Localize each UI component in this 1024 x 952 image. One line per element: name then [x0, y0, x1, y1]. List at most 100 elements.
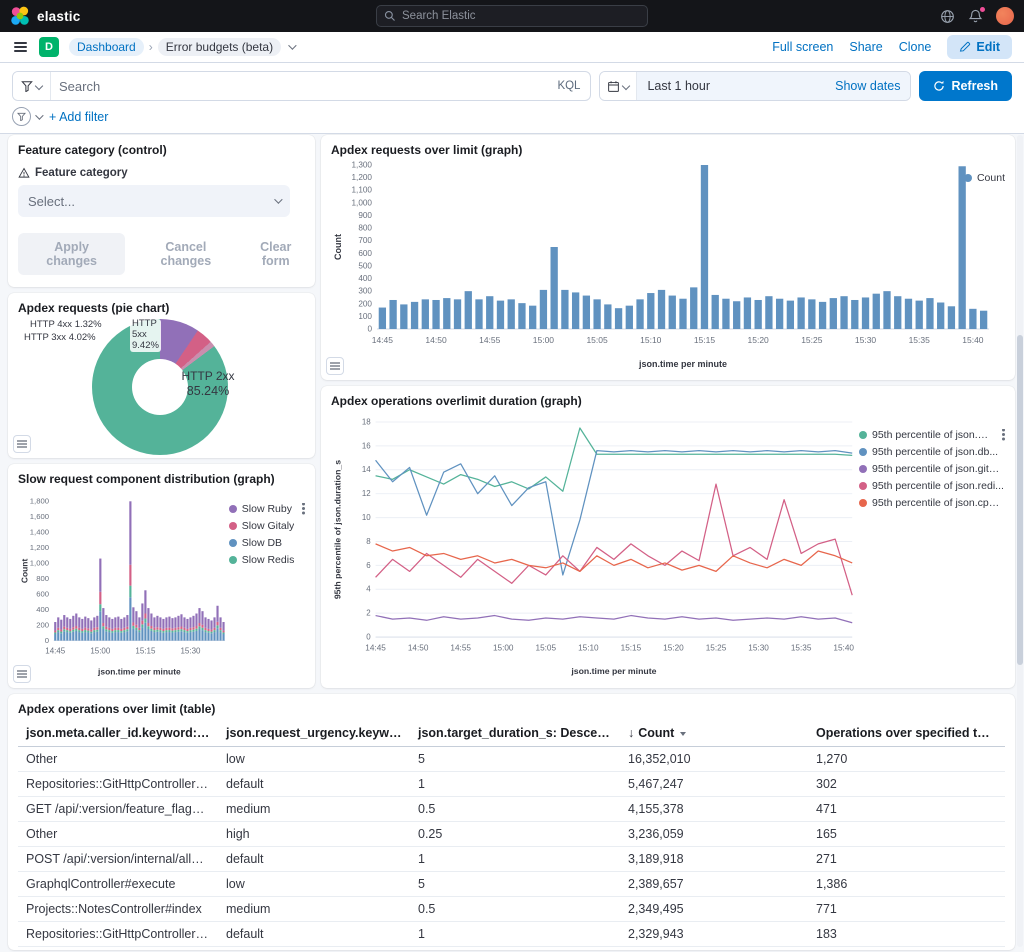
- saved-filters-icon[interactable]: [12, 107, 31, 126]
- clear-form-button[interactable]: Clear form: [246, 240, 305, 268]
- table-cell: high: [218, 822, 410, 847]
- notifications-icon[interactable]: [968, 9, 983, 24]
- panel-slow-request-distribution: Slow request component distribution (gra…: [8, 464, 315, 688]
- scrollbar-thumb[interactable]: [1017, 335, 1023, 665]
- chart-legend: Slow Ruby Slow Gitaly Slow DB Slow Redis: [229, 488, 305, 568]
- cancel-changes-button[interactable]: Cancel changes: [141, 240, 230, 268]
- chevron-down-icon[interactable]: [35, 111, 43, 119]
- elastic-logo[interactable]: elastic: [10, 6, 80, 26]
- legend-item[interactable]: 95th percentile of json.db...: [859, 446, 1005, 458]
- svg-text:15:10: 15:10: [640, 335, 662, 345]
- time-range-value[interactable]: Last 1 hour: [647, 79, 827, 93]
- legend-menu-icon[interactable]: [302, 507, 305, 510]
- kql-badge[interactable]: KQL: [547, 80, 590, 92]
- breadcrumb-caret-icon[interactable]: [288, 41, 296, 49]
- svg-text:16: 16: [362, 441, 371, 450]
- pie-callout-5xx: HTTP 5xx 9.42%: [130, 319, 161, 352]
- column-header[interactable]: json.request_urgency.keyword: Des...: [218, 720, 410, 747]
- edit-button[interactable]: Edit: [947, 35, 1012, 59]
- panel-options-icon[interactable]: [326, 357, 344, 375]
- panel-feature-category-control: Feature category (control) Feature categ…: [8, 135, 315, 287]
- query-bar: KQL Last 1 hour Show dates Refresh + Add…: [0, 63, 1024, 134]
- table-row: POST /api/:version/internal/alloweddefau…: [18, 847, 1005, 872]
- global-header: elastic: [0, 0, 1024, 32]
- svg-text:18: 18: [362, 417, 371, 426]
- svg-text:0: 0: [366, 632, 371, 641]
- feature-category-select[interactable]: Select...: [18, 185, 290, 217]
- svg-text:500: 500: [358, 261, 372, 270]
- legend-dot: [859, 482, 867, 490]
- query-search-input[interactable]: [51, 79, 547, 94]
- panel-title: Slow request component distribution (gra…: [18, 472, 305, 486]
- legend-item[interactable]: 95th percentile of json.cpu_s: [859, 497, 1005, 509]
- date-picker-button[interactable]: [600, 72, 637, 100]
- panel-apdex-requests-pie: Apdex requests (pie chart) HTTP 2xx 85.2…: [8, 293, 315, 458]
- svg-text:14:55: 14:55: [450, 644, 471, 653]
- legend-item[interactable]: 95th percentile of json.redi...: [859, 480, 1005, 492]
- column-header[interactable]: Operations over specified threshold...: [808, 720, 1005, 747]
- full-screen-button[interactable]: Full screen: [772, 40, 833, 54]
- svg-text:800: 800: [36, 574, 49, 583]
- cloud-deployments-icon[interactable]: [940, 9, 955, 24]
- breadcrumb: Dashboard › Error budgets (beta): [69, 38, 294, 56]
- svg-text:15:30: 15:30: [180, 647, 201, 656]
- legend-item[interactable]: Slow DB: [229, 537, 305, 549]
- svg-text:800: 800: [358, 224, 372, 233]
- table-cell: 183: [808, 922, 1005, 947]
- svg-text:12: 12: [362, 489, 371, 498]
- global-search-input[interactable]: [402, 10, 640, 22]
- table-cell: 5,467,247: [620, 772, 808, 797]
- svg-text:15:40: 15:40: [962, 335, 984, 345]
- share-button[interactable]: Share: [849, 40, 882, 54]
- clone-button[interactable]: Clone: [899, 40, 932, 54]
- legend-item[interactable]: Slow Redis: [229, 554, 305, 566]
- breadcrumb-separator: ›: [149, 40, 153, 54]
- saved-query-button[interactable]: [13, 72, 51, 100]
- space-avatar[interactable]: D: [39, 37, 59, 57]
- pie-chart[interactable]: HTTP 2xx 85.24% HTTP 4xx 1.32% HTTP 3xx …: [18, 317, 305, 455]
- legend-menu-icon[interactable]: [1002, 433, 1005, 436]
- legend-item[interactable]: 95th percentile of json.dura...: [859, 429, 1005, 441]
- svg-text:15:10: 15:10: [578, 644, 599, 653]
- column-header[interactable]: json.meta.caller_id.keyword: Desce...: [18, 720, 218, 747]
- panel-title: Feature category (control): [18, 143, 305, 157]
- svg-text:300: 300: [358, 287, 372, 296]
- table-cell: 0.5: [410, 797, 620, 822]
- user-avatar[interactable]: [996, 7, 1014, 25]
- chevron-down-icon: [274, 195, 282, 203]
- show-dates-button[interactable]: Show dates: [835, 79, 900, 93]
- panel-options-icon[interactable]: [13, 665, 31, 683]
- table-cell: 1,106: [808, 947, 1005, 952]
- legend-item[interactable]: Slow Gitaly: [229, 520, 305, 532]
- stacked-bar-chart[interactable]: 02004006008001,0001,2001,4001,6001,800Co…: [18, 488, 229, 684]
- global-search[interactable]: [376, 5, 648, 27]
- column-header-label: Count: [638, 726, 674, 740]
- panel-title: Apdex operations over limit (table): [18, 702, 1005, 716]
- svg-text:15:35: 15:35: [791, 644, 812, 653]
- column-header[interactable]: json.target_duration_s: Descending: [410, 720, 620, 747]
- panel-title: Apdex requests (pie chart): [18, 301, 305, 315]
- breadcrumb-current[interactable]: Error budgets (beta): [158, 38, 281, 56]
- dashboard-actions: Full screen Share Clone Edit: [772, 35, 1012, 59]
- table-row: Otherhigh0.253,236,059165: [18, 822, 1005, 847]
- breadcrumb-dashboard[interactable]: Dashboard: [69, 38, 144, 56]
- legend-label: Slow Gitaly: [242, 520, 295, 532]
- refresh-button[interactable]: Refresh: [919, 71, 1012, 101]
- line-chart[interactable]: 02468101214161895th percentile of json.d…: [331, 410, 859, 682]
- add-filter-button[interactable]: + Add filter: [49, 110, 108, 124]
- svg-text:15:35: 15:35: [909, 335, 931, 345]
- panel-options-icon[interactable]: [13, 435, 31, 453]
- column-header[interactable]: ↓Count: [620, 720, 808, 747]
- legend-label: Slow Ruby: [242, 503, 292, 515]
- legend-item[interactable]: Slow Ruby: [229, 503, 305, 515]
- bar-chart[interactable]: 01002003004005006007008009001,0001,1001,…: [331, 159, 1005, 371]
- table-cell: Other: [18, 822, 218, 847]
- legend-item[interactable]: Count: [964, 172, 1005, 184]
- legend-item[interactable]: 95th percentile of json.gital...: [859, 463, 1005, 475]
- table-row: GET /api/:version/feature_flags/unleash.…: [18, 797, 1005, 822]
- svg-text:15:20: 15:20: [663, 644, 684, 653]
- select-placeholder: Select...: [28, 194, 75, 209]
- table-row: GraphqlController#executelow52,389,6571,…: [18, 872, 1005, 897]
- hamburger-menu-icon[interactable]: [12, 40, 29, 54]
- apply-changes-button[interactable]: Apply changes: [18, 233, 125, 275]
